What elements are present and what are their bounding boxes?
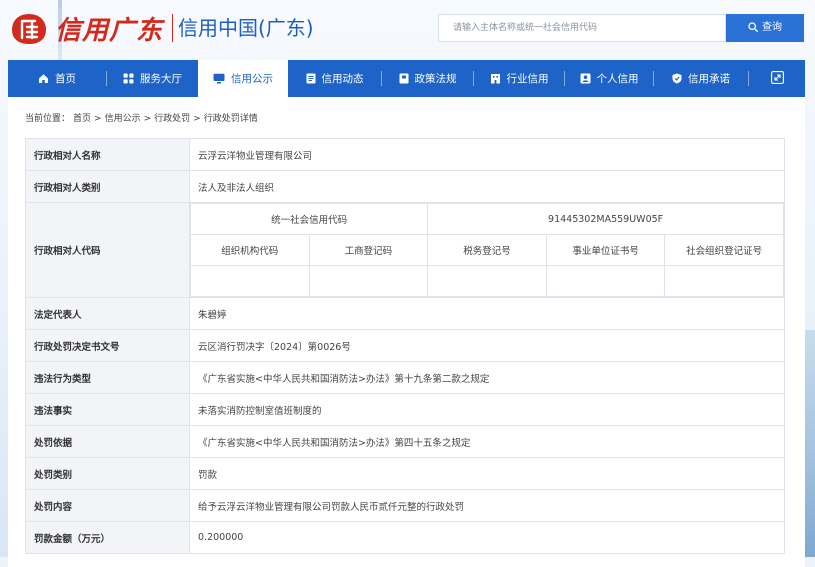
main-nav: 首页 服务大厅 信用公示 信用动态 政策法规 行业信用 个人信用 信用承诺	[8, 60, 805, 97]
code-subtable: 统一社会信用代码 91445302MA559UW05F 组织机构代码 工商登记码…	[189, 203, 784, 297]
institution-cert-value	[545, 265, 666, 297]
social-org-header: 社会组织登记证号	[664, 234, 784, 266]
table-row: 行政相对人代码 统一社会信用代码 91445302MA559UW05F 组织机构…	[25, 202, 785, 298]
monitor-icon	[213, 73, 225, 84]
penalty-type-label: 处罚类别	[25, 457, 190, 490]
table-row: 处罚依据 《广东省实施<中华人民共和国消防法>办法》第四十五条之规定	[25, 425, 785, 458]
nav-item-home[interactable]: 首页	[8, 60, 106, 97]
nav-label-home: 首页	[55, 73, 76, 85]
breadcrumb-separator: >	[193, 114, 201, 124]
name-value: 云浮云洋物业管理有限公司	[189, 138, 785, 171]
nav-item-credit-news[interactable]: 信用动态	[288, 60, 381, 97]
nav-label-credit-news: 信用动态	[321, 73, 364, 85]
breadcrumb-item-home[interactable]: 首页	[73, 114, 91, 124]
institution-cert-header: 事业单位证书号	[545, 234, 666, 266]
nav-item-personal-credit[interactable]: 个人信用	[565, 60, 653, 97]
nav-label-service-hall: 服务大厅	[140, 73, 182, 85]
table-row: 处罚类别 罚款	[25, 457, 785, 490]
table-row: 违法事实 未落实消防控制室值班制度的	[25, 393, 785, 426]
legal-rep-value: 朱碧婷	[189, 297, 785, 330]
violation-type-label: 违法行为类型	[25, 361, 190, 394]
breadcrumb-separator: >	[143, 114, 152, 124]
site-header: 信用广东 信用中国(广东) 请输入主体名称或统一社会信用代码 查询	[0, 0, 815, 60]
org-code-value	[190, 265, 310, 297]
expand-icon	[770, 70, 784, 87]
content-value: 给予云浮云洋物业管理有限公司罚款人民币贰仟元整的行政处罚	[189, 489, 785, 522]
penalty-type-value: 罚款	[189, 457, 785, 490]
search-icon	[748, 22, 762, 33]
table-row: 行政处罚决定书文号 云区消行罚决字〔2024〕第0026号	[25, 329, 785, 362]
nav-label-policy: 政策法规	[414, 73, 457, 85]
business-reg-header: 工商登记码	[308, 234, 429, 266]
nav-label-industry-credit: 行业信用	[506, 73, 549, 85]
table-row: 统一社会信用代码 91445302MA559UW05F	[189, 203, 784, 235]
nav-expand-button[interactable]	[749, 60, 805, 97]
search-button[interactable]: 查询	[726, 14, 804, 42]
breadcrumb-item-current: 行政处罚详情	[203, 114, 258, 124]
nav-item-policy[interactable]: 政策法规	[382, 60, 473, 97]
doc-no-value: 云区消行罚决字〔2024〕第0026号	[189, 329, 785, 362]
breadcrumb-separator: >	[94, 114, 102, 124]
table-row: 罚款金额（万元） 0.200000	[25, 521, 785, 554]
building-icon	[490, 73, 501, 84]
social-org-value	[664, 265, 784, 297]
amount-value: 0.200000	[189, 521, 785, 554]
logo-divider	[172, 14, 173, 42]
type-value: 法人及非法人组织	[189, 170, 785, 203]
content-label: 处罚内容	[25, 489, 190, 522]
table-row: 处罚内容 给予云浮云洋物业管理有限公司罚款人民币贰仟元整的行政处罚	[25, 489, 785, 522]
violation-type-value: 《广东省实施<中华人民共和国消防法>办法》第十九条第二款之规定	[189, 361, 785, 394]
name-label: 行政相对人名称	[25, 138, 190, 171]
logo-script-text[interactable]: 信用广东	[55, 10, 163, 47]
amount-label: 罚款金额（万元）	[25, 521, 190, 554]
penalty-detail-table: 行政相对人名称 云浮云洋物业管理有限公司 行政相对人类别 法人及非法人组织 行政…	[25, 138, 785, 554]
nav-item-credit-publicity[interactable]: 信用公示	[198, 60, 288, 97]
person-card-icon	[580, 73, 591, 84]
nav-item-industry-credit[interactable]: 行业信用	[474, 60, 564, 97]
search-button-label: 查询	[762, 22, 782, 33]
nav-item-credit-commitment[interactable]: 信用承诺	[654, 60, 748, 97]
content-panel: 当前位置： 首页 > 信用公示 > 行政处罚 > 行政处罚详情 行政相对人名称 云浮云洋物业管…	[8, 97, 805, 567]
table-row: 行政相对人名称 云浮云洋物业管理有限公司	[25, 138, 785, 171]
violation-fact-label: 违法事实	[25, 393, 190, 426]
type-label: 行政相对人类别	[25, 170, 190, 203]
uscc-value: 91445302MA559UW05F	[427, 203, 784, 235]
doc-no-label: 行政处罚决定书文号	[25, 329, 190, 362]
home-icon	[38, 73, 49, 84]
nav-item-service-hall[interactable]: 服务大厅	[107, 60, 198, 97]
uscc-label: 统一社会信用代码	[189, 203, 429, 235]
credit-guangdong-logo-icon[interactable]	[10, 12, 48, 46]
breadcrumb-item-credit-publicity[interactable]: 信用公示	[105, 114, 141, 124]
site-title[interactable]: 信用中国(广东)	[178, 12, 314, 41]
tax-reg-value	[427, 265, 547, 297]
search-input[interactable]: 请输入主体名称或统一社会信用代码	[438, 14, 726, 42]
breadcrumb-item-admin-penalty[interactable]: 行政处罚	[154, 114, 190, 124]
shield-check-icon	[672, 73, 682, 84]
basis-value: 《广东省实施<中华人民共和国消防法>办法》第四十五条之规定	[189, 425, 785, 458]
breadcrumb-prefix: 当前位置：	[25, 114, 71, 124]
breadcrumb: 当前位置： 首页 > 信用公示 > 行政处罚 > 行政处罚详情	[25, 111, 261, 124]
violation-fact-value: 未落实消防控制室值班制度的	[189, 393, 785, 426]
table-row: 违法行为类型 《广东省实施<中华人民共和国消防法>办法》第十九条第二款之规定	[25, 361, 785, 394]
table-row: 法定代表人 朱碧婷	[25, 297, 785, 330]
table-row: 行政相对人类别 法人及非法人组织	[25, 170, 785, 203]
legal-rep-label: 法定代表人	[25, 297, 190, 330]
nav-label-personal-credit: 个人信用	[596, 73, 639, 85]
book-icon	[399, 73, 409, 84]
org-code-header: 组织机构代码	[190, 234, 310, 266]
nav-label-credit-publicity: 信用公示	[231, 73, 273, 85]
document-icon	[306, 73, 316, 84]
nav-label-credit-commitment: 信用承诺	[688, 73, 730, 85]
code-label: 行政相对人代码	[25, 202, 190, 298]
basis-label: 处罚依据	[25, 425, 190, 458]
code-subtable-cell: 统一社会信用代码 91445302MA559UW05F 组织机构代码 工商登记码…	[189, 202, 785, 298]
tax-reg-header: 税务登记号	[427, 234, 547, 266]
table-row	[190, 265, 784, 297]
business-reg-value	[308, 265, 429, 297]
grid-icon	[123, 73, 134, 84]
table-row: 组织机构代码 工商登记码 税务登记号 事业单位证书号 社会组织登记证号	[190, 234, 784, 266]
